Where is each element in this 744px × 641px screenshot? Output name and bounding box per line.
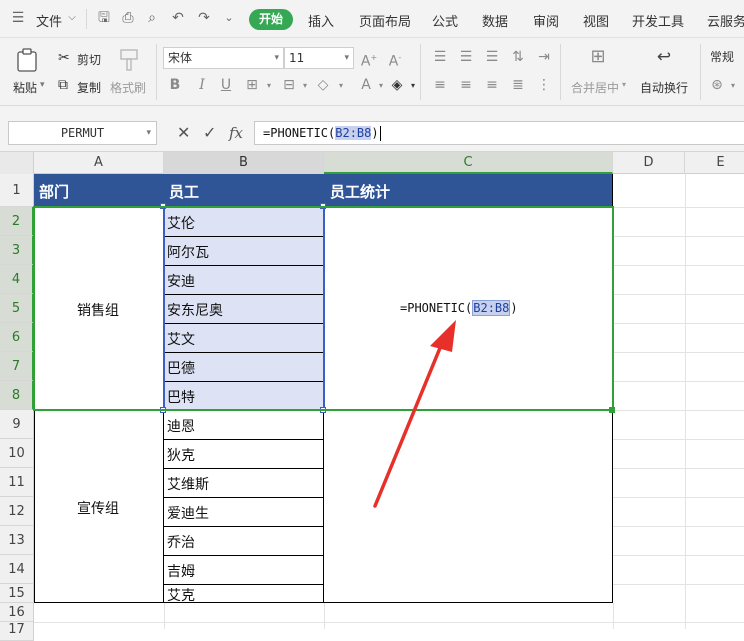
red-arrow-annotation [373, 320, 456, 508]
